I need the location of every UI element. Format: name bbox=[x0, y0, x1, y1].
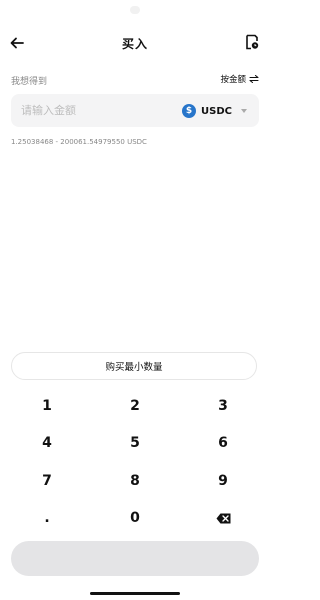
back-button[interactable] bbox=[8, 34, 26, 52]
chevron-down-icon bbox=[241, 109, 247, 113]
key-7[interactable]: 7 bbox=[7, 463, 87, 499]
arrow-left-icon bbox=[10, 37, 24, 49]
key-9[interactable]: 9 bbox=[183, 463, 263, 499]
backspace-icon bbox=[216, 513, 230, 523]
delete-key[interactable] bbox=[183, 500, 263, 536]
key-decimal[interactable]: . bbox=[7, 500, 87, 536]
amount-input[interactable] bbox=[21, 101, 171, 120]
amount-field-container: $ USDC bbox=[11, 94, 259, 127]
key-3[interactable]: 3 bbox=[183, 388, 263, 424]
key-0[interactable]: 0 bbox=[95, 500, 175, 536]
toggle-label: 按金额 bbox=[220, 75, 246, 85]
usdc-coin-icon: $ bbox=[182, 104, 197, 118]
confirm-buy-button[interactable] bbox=[11, 541, 259, 576]
key-8[interactable]: 8 bbox=[95, 463, 175, 499]
order-history-icon bbox=[246, 34, 259, 50]
currency-code: USDC bbox=[201, 105, 232, 117]
key-4[interactable]: 4 bbox=[7, 425, 87, 461]
key-5[interactable]: 5 bbox=[95, 425, 175, 461]
currency-select[interactable]: $ USDC bbox=[182, 102, 247, 120]
want-to-get-label: 我想得到 bbox=[11, 77, 48, 87]
buy-minimum-button[interactable]: 购买最小数量 bbox=[11, 352, 257, 380]
key-2[interactable]: 2 bbox=[95, 388, 175, 424]
header: 买入 bbox=[0, 32, 270, 54]
toggle-by-amount-button[interactable]: 按金额 bbox=[220, 73, 259, 85]
order-history-button[interactable] bbox=[245, 34, 259, 50]
swap-arrows-icon bbox=[249, 75, 259, 83]
key-1[interactable]: 1 bbox=[7, 388, 87, 424]
amount-range-text: 1.25038468 - 200061.54979550 USDC bbox=[11, 138, 147, 146]
camera-notch bbox=[130, 6, 140, 14]
key-6[interactable]: 6 bbox=[183, 425, 263, 461]
page-title: 买入 bbox=[121, 37, 148, 51]
home-indicator bbox=[90, 592, 180, 595]
